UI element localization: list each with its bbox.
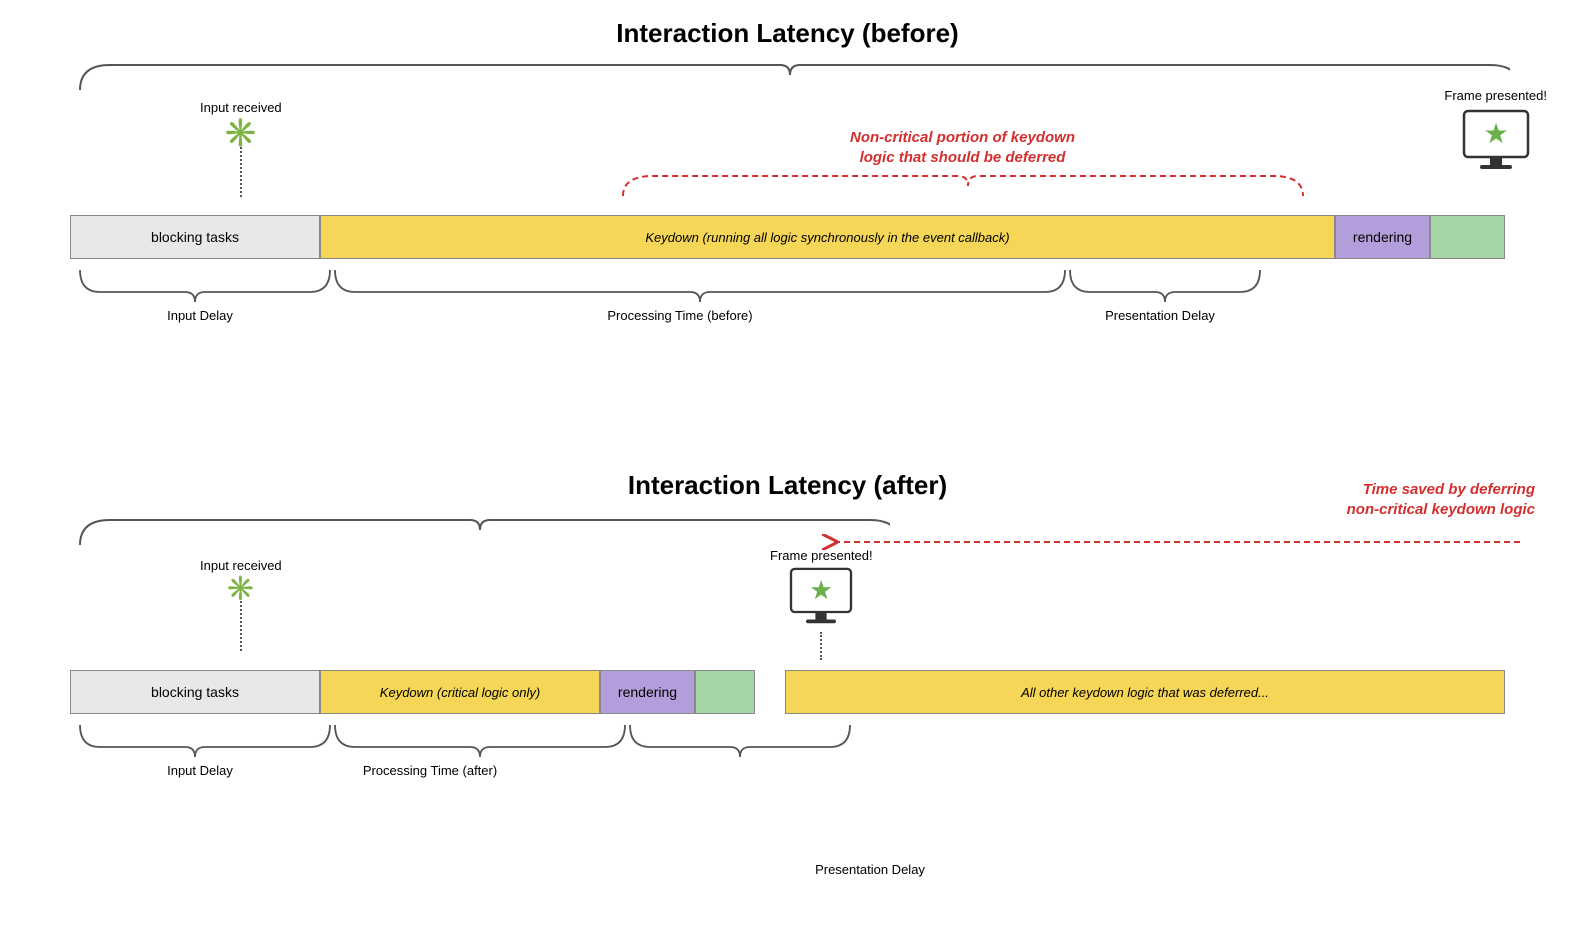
top-input-received-label: Input received [200,100,282,115]
top-frame-presented-label: Frame presented! [1444,88,1547,103]
bottom-monitor-icon: ★ [787,567,855,627]
svg-text:★: ★ [810,575,834,605]
bottom-title: Interaction Latency (after) [628,470,947,500]
bottom-outer-brace [70,510,890,555]
bottom-frame-presented-label: Frame presented! [770,548,873,563]
bottom-green-block [695,670,755,714]
bottom-presentation-label: Presentation Delay [815,862,925,877]
top-cursor-icon: ✳️ [200,119,282,147]
top-rendering-block: rendering [1335,215,1430,259]
bottom-blocking-block: blocking tasks [70,670,320,714]
bottom-input-received-label: Input received [200,558,282,573]
svg-text:★: ★ [1483,118,1508,149]
top-presentation-label: Presentation Delay [1105,308,1215,323]
bottom-cursor-icon: ✳️ [200,577,282,601]
top-green-block [1430,215,1505,259]
top-input-delay-label: Input Delay [167,308,233,323]
top-processing-label: Processing Time (before) [607,308,752,323]
top-title: Interaction Latency (before) [616,18,958,48]
top-red-annotation: Non-critical portion of keydown logic th… [520,128,1405,167]
bottom-input-delay-label: Input Delay [167,763,233,778]
bottom-processing-label: Processing Time (after) [363,763,497,778]
top-monitor-icon: ★ [1460,109,1532,173]
bottom-keydown-block: Keydown (critical logic only) [320,670,600,714]
bottom-red-dashed-arrow [820,527,1540,557]
top-outer-brace [70,55,1510,100]
bottom-rendering-block: rendering [600,670,695,714]
top-keydown-block: Keydown (running all logic synchronously… [320,215,1335,259]
bottom-red-annotation: Time saved by deferring non-critical key… [1347,480,1535,519]
bottom-deferred-block: All other keydown logic that was deferre… [785,670,1505,714]
top-blocking-block: blocking tasks [70,215,320,259]
